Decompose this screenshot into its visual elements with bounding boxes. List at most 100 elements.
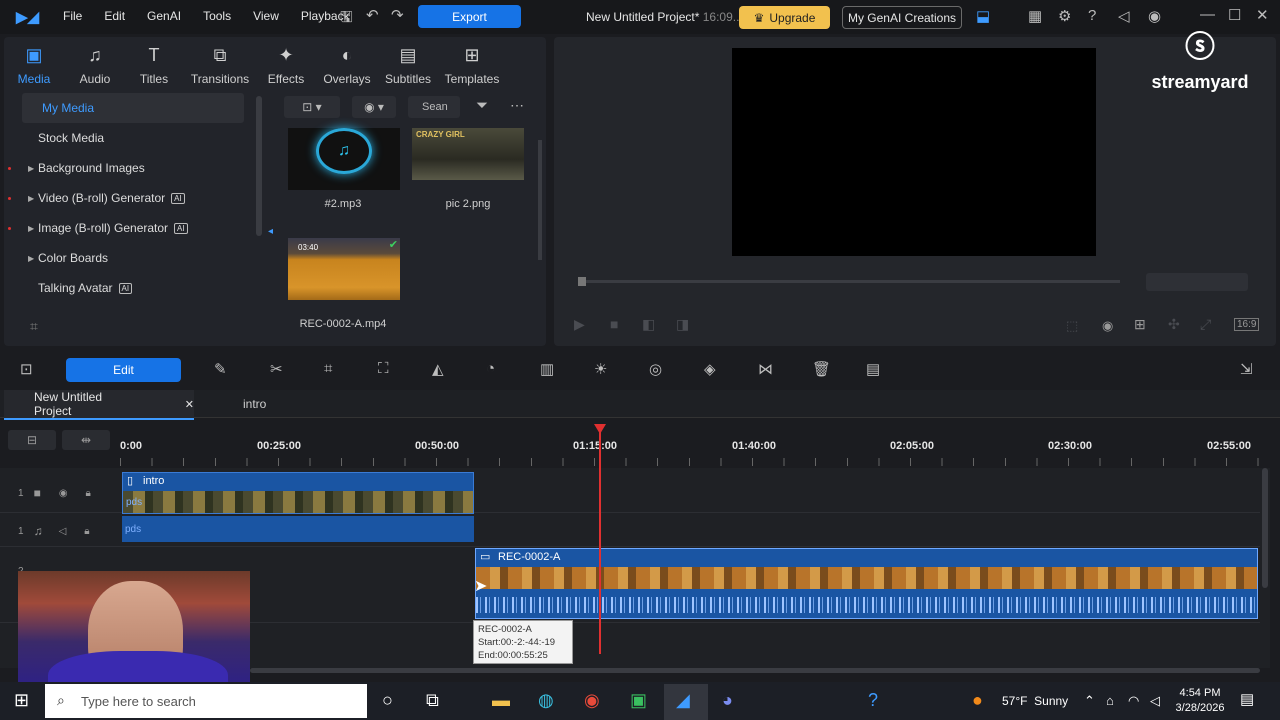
transition-clip-icon[interactable]: ⋈ bbox=[758, 360, 773, 378]
export-timeline-icon[interactable]: ⇲ bbox=[1240, 360, 1253, 378]
tag-icon[interactable]: ⌗ bbox=[30, 318, 38, 335]
layout-icon[interactable]: ▦ bbox=[1028, 7, 1042, 25]
notifications-icon[interactable]: ▤ bbox=[1240, 690, 1254, 708]
tree-color-boards[interactable]: ▶ Color Boards bbox=[14, 243, 254, 273]
tab-overlays[interactable]: ◐ Overlays bbox=[317, 45, 377, 86]
cortana-icon[interactable]: ○ bbox=[382, 690, 393, 711]
pen-icon[interactable]: ✎ bbox=[214, 360, 227, 378]
play-icon[interactable]: ▶ bbox=[574, 316, 585, 333]
record-icon[interactable]: ◉ ▾ bbox=[352, 96, 396, 118]
snapshot-icon[interactable]: ⬚ bbox=[1066, 318, 1078, 334]
menu-file[interactable]: File bbox=[63, 9, 82, 23]
filter-icon[interactable]: ⏷ bbox=[476, 97, 488, 114]
stop-icon[interactable]: ■ bbox=[610, 316, 618, 332]
tab-media[interactable]: ▣ Media bbox=[4, 45, 64, 86]
powerdirector-taskbar-icon[interactable]: ◢ bbox=[676, 690, 690, 711]
zoom-icon[interactable]: ✣ bbox=[1168, 316, 1180, 333]
speaker-icon[interactable]: ◁ bbox=[1150, 693, 1160, 709]
help-icon[interactable]: ? bbox=[1088, 7, 1096, 24]
preview-seekbar[interactable] bbox=[578, 277, 1120, 286]
network-icon[interactable]: ⌂ bbox=[1106, 693, 1114, 708]
download-icon[interactable]: ⬓ bbox=[976, 7, 990, 25]
mute-icon[interactable]: ◁ bbox=[59, 526, 67, 537]
tracks-scrollbar[interactable] bbox=[1262, 468, 1268, 588]
snap-icon[interactable]: ⇹ bbox=[62, 430, 110, 450]
tree-video-generator[interactable]: ▶ Video (B-roll) Generator AI bbox=[8, 183, 254, 213]
timeline-clip-rec[interactable]: ▭ REC-0002-A bbox=[475, 548, 1258, 619]
collapse-arrow-icon[interactable]: ◂ bbox=[268, 226, 273, 237]
next-frame-icon[interactable]: ◨ bbox=[676, 316, 689, 333]
taskbar-search-input[interactable]: ⌕ Type here to search bbox=[45, 684, 367, 718]
timeline-hscrollbar[interactable] bbox=[250, 668, 1260, 673]
menu-tools[interactable]: Tools bbox=[203, 9, 231, 23]
discord-icon[interactable]: ◕ bbox=[722, 690, 733, 711]
quality-icon[interactable]: ⊞ bbox=[1134, 316, 1146, 333]
timeline-settings-icon[interactable]: ⊡ bbox=[20, 360, 33, 378]
undo-icon[interactable]: ↶ bbox=[366, 6, 379, 24]
video-thumb[interactable]: 03:40 ✔ bbox=[288, 238, 400, 300]
tree-talking-avatar[interactable]: Talking Avatar AI bbox=[14, 273, 254, 303]
notification-icon[interactable]: ◁ bbox=[1118, 7, 1130, 25]
tab-titles[interactable]: T Titles bbox=[124, 45, 184, 86]
close-icon[interactable]: ✕ bbox=[1256, 6, 1269, 24]
ai-crop-icon[interactable]: ⛶ bbox=[378, 360, 389, 377]
brightness-icon[interactable]: ☀ bbox=[594, 360, 607, 378]
audio-thumb[interactable]: ♫ bbox=[288, 128, 400, 190]
more-icon[interactable]: ⋯ bbox=[510, 97, 524, 114]
tab-subtitles[interactable]: ▤ Subtitles bbox=[378, 45, 438, 86]
lock-icon[interactable]: 🔒︎ bbox=[84, 526, 89, 537]
media-search-input[interactable]: Sean bbox=[408, 96, 460, 118]
delete-icon[interactable]: 🗑 bbox=[812, 360, 831, 378]
tree-background-images[interactable]: ▶ Background Images bbox=[8, 153, 254, 183]
timeline-clip-intro-audio[interactable]: pds bbox=[122, 516, 474, 542]
maximize-icon[interactable]: ☐ bbox=[1228, 6, 1241, 24]
taskbar-clock[interactable]: 4:54 PM 3/28/2026 bbox=[1168, 686, 1232, 716]
file-explorer-icon[interactable]: ▬ bbox=[492, 690, 510, 711]
task-view-icon[interactable]: ⧉ bbox=[426, 690, 439, 711]
visibility-icon[interactable]: ◉ bbox=[59, 488, 68, 499]
speed-icon[interactable]: ◔ bbox=[486, 360, 495, 377]
tab-intro[interactable]: intro bbox=[243, 397, 266, 411]
tree-my-media[interactable]: My Media bbox=[22, 93, 244, 123]
tab-audio[interactable]: ♫ Audio bbox=[65, 45, 125, 86]
game-icon[interactable]: ▣ bbox=[630, 690, 647, 711]
split-icon[interactable]: ✂ bbox=[270, 360, 283, 378]
freeze-icon[interactable]: ▥ bbox=[540, 360, 554, 378]
volume-icon[interactable]: ◉ bbox=[1102, 318, 1113, 334]
tree-stock-media[interactable]: Stock Media bbox=[14, 123, 254, 153]
image-thumb[interactable]: CRAZY GIRL bbox=[412, 128, 524, 180]
tab-new-untitled-project[interactable]: New Untitled Project ✕ bbox=[4, 390, 194, 418]
track-manager-icon[interactable]: ⊟ bbox=[8, 430, 56, 450]
import-icon[interactable]: ⊡ ▾ bbox=[284, 96, 340, 118]
wifi-icon[interactable]: ◠ bbox=[1128, 693, 1139, 709]
help-app-icon[interactable]: ? bbox=[868, 690, 878, 711]
subtitle-edit-icon[interactable]: ▤ bbox=[866, 360, 880, 378]
minimize-icon[interactable]: — bbox=[1200, 6, 1215, 23]
account-icon[interactable]: ◉ bbox=[1148, 7, 1161, 25]
keyframe-icon[interactable]: ◈ bbox=[704, 360, 716, 378]
upgrade-button[interactable]: ♛ Upgrade bbox=[739, 6, 830, 29]
settings-icon[interactable]: ⚙ bbox=[1058, 7, 1071, 25]
my-genai-creations-button[interactable]: My GenAI Creations bbox=[842, 6, 962, 29]
windows-start-icon[interactable]: ⊞ bbox=[14, 690, 29, 711]
close-tab-icon[interactable]: ✕ bbox=[185, 398, 194, 411]
save-icon[interactable]: 🖫 bbox=[340, 7, 353, 32]
menu-genai[interactable]: GenAI bbox=[147, 9, 181, 23]
flip-icon[interactable]: ◭ bbox=[432, 360, 444, 378]
menu-edit[interactable]: Edit bbox=[104, 9, 125, 23]
crop-icon[interactable]: ⌗ bbox=[324, 360, 332, 377]
seek-handle[interactable] bbox=[578, 277, 586, 286]
prev-frame-icon[interactable]: ◧ bbox=[642, 316, 655, 333]
weather-widget[interactable]: 57°F Sunny bbox=[1002, 694, 1068, 708]
tab-templates[interactable]: ⊞ Templates bbox=[442, 45, 502, 86]
tray-arrow-icon[interactable]: ⌃ bbox=[1084, 693, 1095, 709]
timeline-clip-intro[interactable]: ▯ intro pds bbox=[122, 472, 474, 514]
redo-icon[interactable]: ↷ bbox=[391, 6, 404, 24]
tab-transitions[interactable]: ⧉ Transitions bbox=[190, 45, 250, 86]
tree-scrollbar[interactable] bbox=[256, 96, 262, 236]
media-scrollbar[interactable] bbox=[538, 140, 542, 260]
edge-icon[interactable]: ◍ bbox=[538, 690, 554, 711]
color-icon[interactable]: ◎ bbox=[649, 360, 662, 378]
tree-image-generator[interactable]: ▶ Image (B-roll) Generator AI bbox=[8, 213, 254, 243]
export-button[interactable]: Export bbox=[418, 5, 521, 28]
